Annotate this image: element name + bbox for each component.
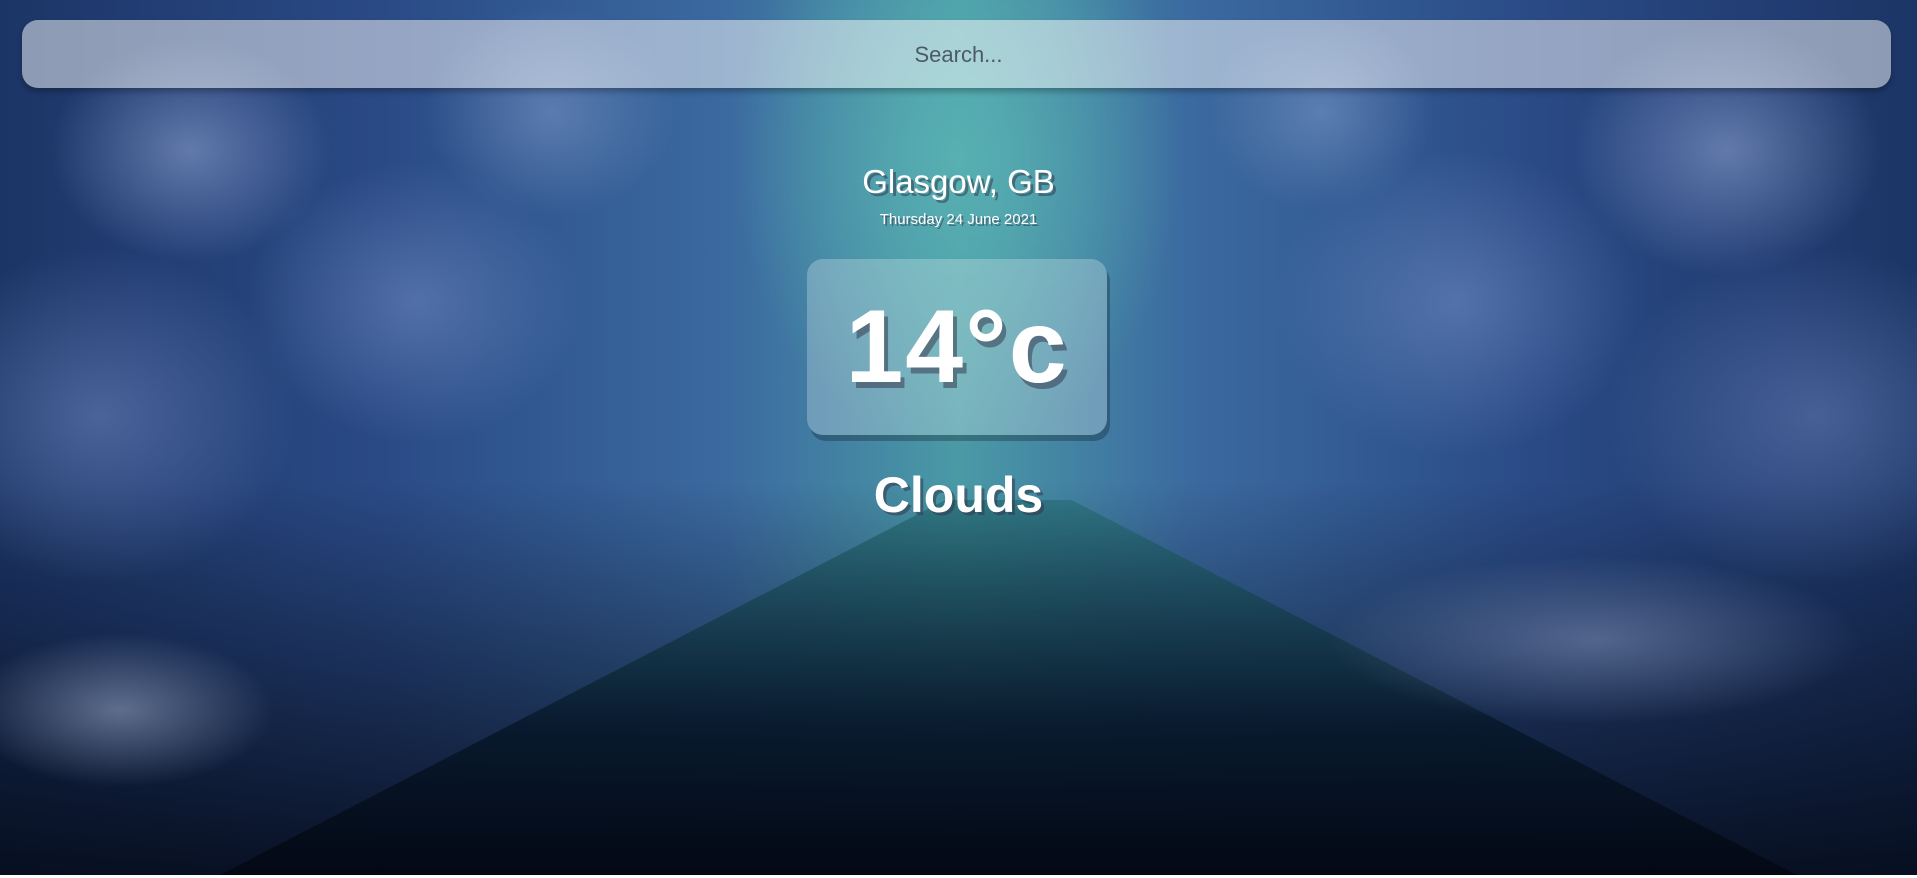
weather-app: Glasgow, GB Thursday 24 June 2021 14°c C… xyxy=(0,0,1917,875)
temperature-value: 14°c xyxy=(845,288,1069,405)
temperature-box: 14°c xyxy=(807,259,1107,435)
search-box xyxy=(22,20,1895,90)
weather-condition: Clouds xyxy=(873,467,1044,523)
snowbank-right xyxy=(1177,520,1917,820)
background-image xyxy=(0,0,1917,875)
snowbank-left xyxy=(0,560,360,860)
location-title: Glasgow, GB xyxy=(862,163,1055,200)
current-date: Thursday 24 June 2021 xyxy=(879,211,1038,228)
search-input[interactable] xyxy=(22,20,1895,90)
